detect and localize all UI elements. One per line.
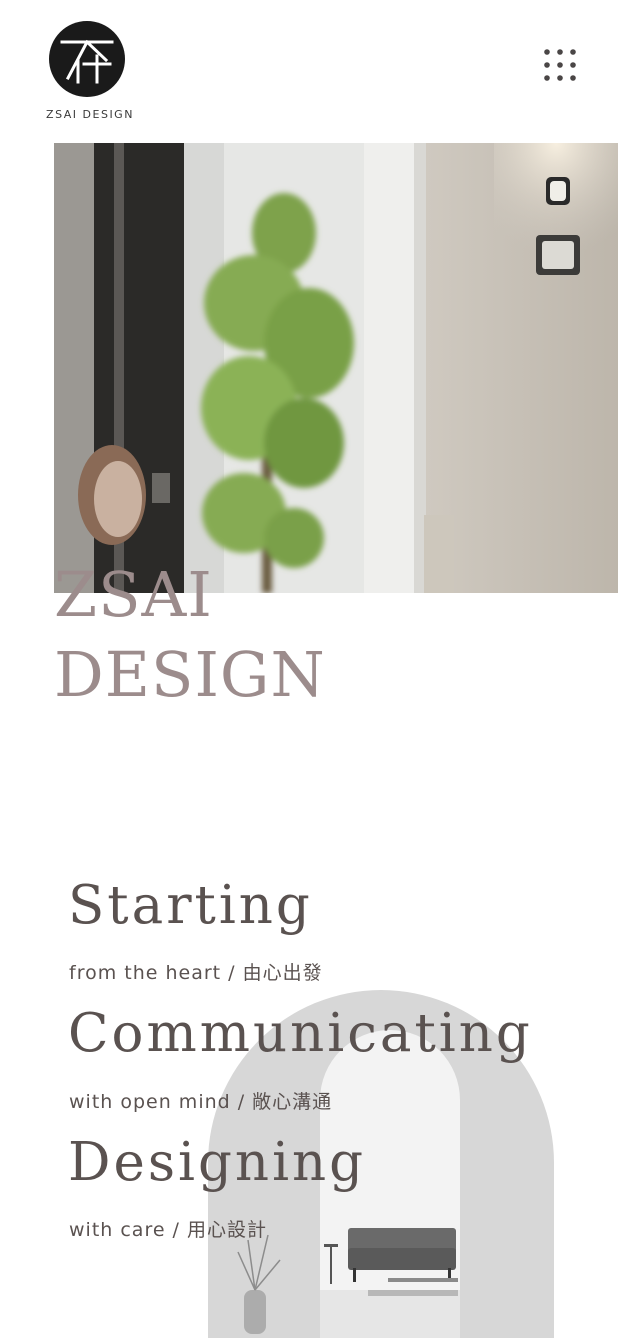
slogan-sub-designing: with care / 用心設計 [69, 1219, 268, 1241]
logo[interactable] [48, 20, 126, 98]
menu-button[interactable] [541, 46, 579, 84]
slogan-sub-communicating: with open mind / 敞心溝通 [69, 1091, 333, 1113]
hero-image [54, 143, 618, 593]
brand-title-line1: ZSAI [54, 558, 213, 631]
brand-title-line2: DESIGN [54, 638, 326, 711]
slogan-sub-starting: from the heart / 由心出發 [69, 962, 323, 984]
slogan-title-starting: Starting [68, 875, 313, 936]
logo-text: ZSAI DESIGN [46, 108, 134, 121]
brand-title: ZSAI DESIGN [54, 555, 326, 715]
slogan-title-designing: Designing [68, 1132, 367, 1193]
logo-mark-icon [49, 21, 125, 97]
slogan-title-communicating: Communicating [68, 1003, 533, 1064]
grid-dots-icon [544, 49, 576, 81]
